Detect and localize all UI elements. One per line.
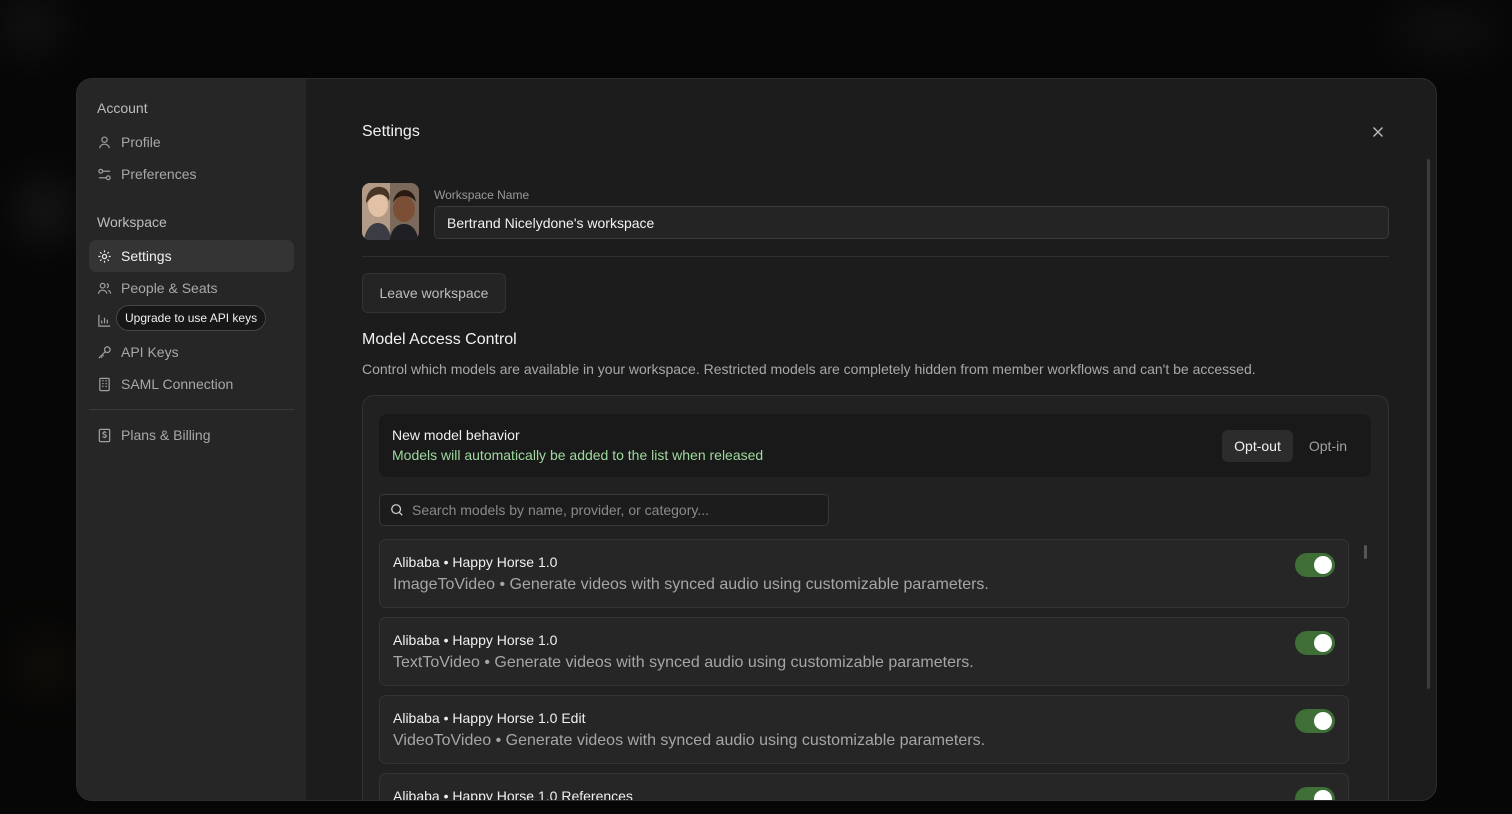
model-access-title: Model Access Control [362,331,517,348]
key-icon [97,345,112,360]
model-title: Alibaba • Happy Horse 1.0 References [393,788,633,801]
close-button[interactable] [1370,124,1386,140]
model-toggle[interactable] [1295,553,1335,577]
toggle-knob [1314,556,1332,574]
sidebar-item-preferences[interactable]: Preferences [89,158,294,190]
model-title: Alibaba • Happy Horse 1.0 [393,632,558,648]
sidebar-item-people-seats[interactable]: People & Seats [89,272,294,304]
sliders-icon [97,167,112,182]
close-icon [1373,127,1383,137]
opt-out-button[interactable]: Opt-out [1222,430,1293,462]
search-icon [391,504,403,516]
sidebar-item-label: Preferences [121,166,197,182]
tooltip-api-keys: Upgrade to use API keys [116,305,267,331]
toggle-knob [1314,712,1332,730]
model-description: VideoToVideo • Generate videos with sync… [393,732,986,749]
sidebar-item-label: Settings [121,248,172,264]
model-toggle[interactable] [1295,631,1335,655]
behavior-segmented-control: Opt-out Opt-in [1222,430,1359,462]
toggle-knob [1314,790,1332,800]
sidebar-item-profile[interactable]: Profile [89,126,294,158]
sidebar-item-label: Plans & Billing [121,427,211,443]
users-icon [97,281,112,296]
workspace-section-label: Workspace [97,214,167,230]
model-list: Alibaba • Happy Horse 1.0 ImageToVideo •… [379,539,1349,801]
model-title: Alibaba • Happy Horse 1.0 [393,554,558,570]
sidebar-item-label: SAML Connection [121,376,234,392]
sidebar-item-api-keys[interactable]: API Keys [89,336,294,368]
model-item: Alibaba • Happy Horse 1.0 TextToVideo • … [379,617,1349,686]
model-item: Alibaba • Happy Horse 1.0 Edit VideoToVi… [379,695,1349,764]
behavior-subtitle: Models will automatically be added to th… [392,447,764,463]
model-toggle[interactable] [1295,787,1335,800]
model-title: Alibaba • Happy Horse 1.0 Edit [393,710,586,726]
model-access-panel: New model behavior Models will automatic… [362,395,1389,801]
model-item: Alibaba • Happy Horse 1.0 References [379,773,1349,801]
sidebar-item-settings[interactable]: Settings [89,240,294,272]
model-search [379,494,829,526]
workspace-name-row: Workspace Name [362,183,1389,241]
model-description: TextToVideo • Generate videos with synce… [393,654,974,671]
receipt-dollar-icon [97,428,112,443]
gear-icon [97,249,112,264]
section-divider [362,256,1389,257]
sidebar-item-label: API Keys [121,344,179,360]
workspace-name-input[interactable] [434,206,1389,239]
settings-sidebar: Account Profile Preferences Workspace Se… [77,79,306,800]
building-icon [97,377,112,392]
sidebar-item-plans-billing[interactable]: Plans & Billing [89,419,294,451]
workspace-name-label: Workspace Name [434,188,530,202]
sidebar-item-usage[interactable]: Upgrade to use API keys [89,304,294,336]
model-description: ImageToVideo • Generate videos with sync… [393,576,989,593]
settings-main: Settings Workspace Name L [306,79,1436,800]
user-icon [97,135,112,150]
settings-modal: Account Profile Preferences Workspace Se… [76,78,1437,801]
behavior-title: New model behavior [392,427,520,443]
model-access-description: Control which models are available in yo… [362,361,1256,377]
main-scrollbar[interactable] [1427,159,1430,689]
account-section-label: Account [97,100,148,116]
model-search-input[interactable] [412,495,822,525]
bar-chart-icon [97,313,112,328]
workspace-avatar[interactable] [362,183,419,240]
sidebar-item-label: People & Seats [121,280,218,296]
model-list-scrollbar[interactable] [1364,545,1367,559]
opt-in-button[interactable]: Opt-in [1297,430,1359,462]
toggle-knob [1314,634,1332,652]
page-title: Settings [362,123,420,140]
model-item: Alibaba • Happy Horse 1.0 ImageToVideo •… [379,539,1349,608]
leave-workspace-button[interactable]: Leave workspace [362,273,506,313]
sidebar-item-label: Profile [121,134,161,150]
sidebar-divider [89,409,294,410]
new-model-behavior-box: New model behavior Models will automatic… [379,414,1371,477]
sidebar-item-saml-connection[interactable]: SAML Connection [89,368,294,400]
model-toggle[interactable] [1295,709,1335,733]
